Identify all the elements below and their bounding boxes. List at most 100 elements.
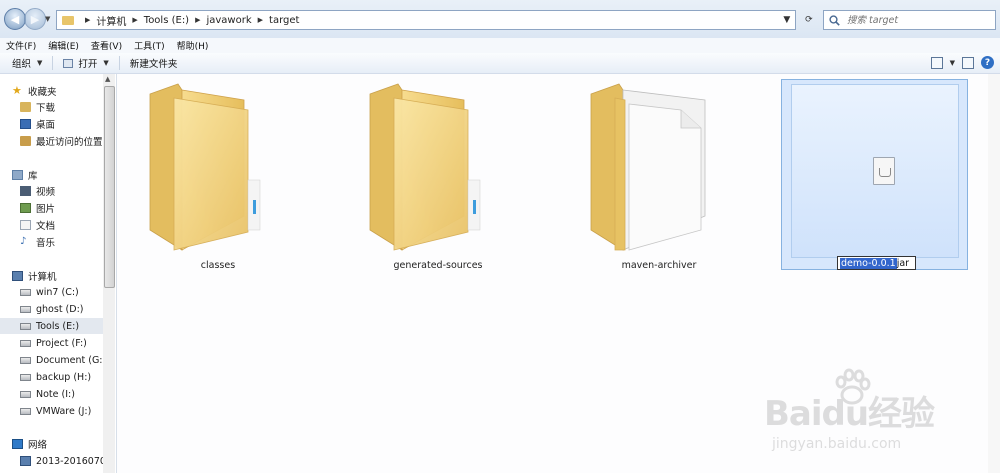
address-input[interactable]: ▶ 计算机 ▶ Tools (E:) ▶ javawork ▶ target — [56, 10, 796, 30]
nav-item-drive-e[interactable]: Tools (E:) — [0, 318, 103, 334]
recent-pages-dropdown[interactable]: ▼ — [45, 15, 50, 23]
organize-label: 组织 — [12, 59, 32, 70]
drive-icon — [20, 339, 31, 347]
rename-selected-text: demo-0.0.1 — [840, 257, 897, 269]
organize-button[interactable]: 组织 ▼ — [6, 56, 48, 70]
breadcrumb-tools[interactable]: Tools (E:) — [144, 15, 189, 26]
nav-label: Document (G:) — [36, 354, 107, 366]
nav-label: 最近访问的位置 — [36, 137, 103, 148]
nav-label: 计算机 — [28, 272, 57, 283]
search-icon — [829, 14, 840, 26]
search-input[interactable] — [845, 13, 989, 27]
picture-icon — [20, 203, 31, 213]
scrollbar-thumb[interactable] — [104, 86, 115, 288]
nav-label: ghost (D:) — [36, 303, 84, 315]
command-bar: 组织 ▼ 打开 ▼ 新建文件夹 ▼ ? — [0, 53, 1000, 74]
folder-icon — [369, 83, 481, 251]
nav-label: win7 (C:) — [36, 286, 79, 298]
thumbnail-frame — [791, 84, 959, 258]
view-options-icon[interactable] — [930, 56, 943, 69]
chevron-down-icon[interactable]: ▼ — [950, 59, 955, 67]
toolbar-divider — [52, 56, 54, 70]
file-item-demo-jar[interactable]: demo-0.0.1 jar — [781, 79, 968, 270]
nav-label: Project (F:) — [36, 337, 87, 349]
scroll-up-icon[interactable]: ▲ — [105, 75, 110, 83]
nav-label: 网络 — [28, 440, 48, 451]
nav-scrollbar[interactable]: ▲ — [103, 74, 115, 473]
folder-with-document-icon — [590, 83, 706, 251]
chevron-right-icon[interactable]: ▶ — [258, 16, 263, 24]
forward-button[interactable]: ▶ — [24, 8, 46, 30]
watermark-main-text: Baidu经验 — [764, 394, 935, 434]
back-button[interactable]: ◀ — [4, 8, 26, 30]
chevron-down-icon: ▼ — [103, 59, 109, 67]
chevron-right-icon[interactable]: ▶ — [132, 16, 137, 24]
file-item-classes[interactable]: classes — [128, 80, 308, 272]
address-dropdown-icon[interactable]: ▼ — [783, 15, 790, 25]
file-item-maven-archiver[interactable]: maven-archiver — [569, 80, 749, 272]
menu-bar: 文件(F) 编辑(E) 查看(V) 工具(T) 帮助(H) — [0, 38, 1000, 53]
nav-label: 2013-20160705 — [36, 455, 112, 467]
star-icon: ★ — [12, 84, 22, 97]
library-icon — [12, 170, 23, 180]
video-icon — [20, 186, 31, 196]
open-button[interactable]: 打开 ▼ — [57, 56, 114, 70]
nav-label: 下载 — [36, 103, 56, 114]
chevron-right-icon[interactable]: ▶ — [85, 16, 90, 24]
nav-favorites[interactable]: ★ 收藏夹 — [12, 83, 115, 99]
menu-tools[interactable]: 工具(T) — [128, 39, 171, 52]
arrow-left-icon: ◀ — [10, 12, 20, 26]
nav-computer[interactable]: 计算机 — [12, 268, 115, 284]
file-name: classes — [200, 260, 236, 271]
drive-icon — [20, 373, 31, 381]
breadcrumb-target[interactable]: target — [269, 15, 299, 26]
nav-network[interactable]: 网络 — [12, 436, 115, 452]
nav-label: Note (I:) — [36, 388, 75, 400]
toolbar-right: ▼ ? — [930, 56, 994, 69]
desktop-icon — [20, 119, 31, 129]
nav-label: 库 — [28, 171, 38, 182]
menu-edit[interactable]: 编辑(E) — [42, 39, 85, 52]
nav-libraries[interactable]: 库 — [12, 167, 115, 183]
menu-view[interactable]: 查看(V) — [85, 39, 128, 52]
folder-icon — [149, 83, 261, 251]
computer-icon — [12, 271, 23, 281]
drive-icon — [20, 407, 31, 415]
downloads-icon — [20, 102, 31, 112]
document-icon — [20, 220, 31, 230]
address-controls: ▼ ⟳ — [776, 10, 820, 30]
folder-icon — [62, 15, 74, 25]
breadcrumb-javawork[interactable]: javawork — [206, 15, 251, 26]
nav-label: backup (H:) — [36, 371, 92, 383]
address-bar-row: ◀ ▶ ▼ ▶ 计算机 ▶ Tools (E:) ▶ javawork ▶ ta… — [0, 0, 1000, 39]
breadcrumb-computer[interactable]: 计算机 — [96, 13, 126, 28]
search-box[interactable] — [823, 10, 996, 30]
nav-label: 文档 — [36, 221, 56, 232]
jar-file-icon — [873, 157, 895, 185]
rename-input[interactable]: demo-0.0.1 jar — [837, 256, 916, 270]
help-icon[interactable]: ? — [981, 56, 994, 69]
watermark-url: jingyan.baidu.com — [772, 436, 902, 452]
nav-label: 音乐 — [36, 238, 56, 249]
menu-file[interactable]: 文件(F) — [0, 39, 42, 52]
nav-label: 收藏夹 — [28, 87, 57, 98]
new-folder-button[interactable]: 新建文件夹 — [124, 56, 184, 70]
refresh-icon[interactable]: ⟳ — [805, 15, 813, 25]
drive-icon — [20, 322, 31, 330]
rename-extension-text: jar — [896, 257, 910, 269]
toolbar-divider — [118, 56, 120, 70]
baidu-watermark: Baidu经验 jingyan.baidu.com — [764, 368, 994, 468]
drive-icon — [20, 288, 31, 296]
file-name: generated-sources — [393, 260, 483, 271]
chevron-right-icon[interactable]: ▶ — [195, 16, 200, 24]
nav-label: VMWare (J:) — [36, 405, 92, 417]
chevron-down-icon: ▼ — [37, 59, 43, 67]
nav-label: 桌面 — [36, 120, 56, 131]
computer-icon — [20, 456, 31, 466]
drive-icon — [20, 356, 31, 364]
menu-help[interactable]: 帮助(H) — [171, 39, 215, 52]
preview-pane-icon[interactable] — [962, 56, 974, 69]
drive-icon — [20, 390, 31, 398]
recent-places-icon — [20, 136, 31, 146]
file-item-generated-sources[interactable]: generated-sources — [348, 80, 528, 272]
